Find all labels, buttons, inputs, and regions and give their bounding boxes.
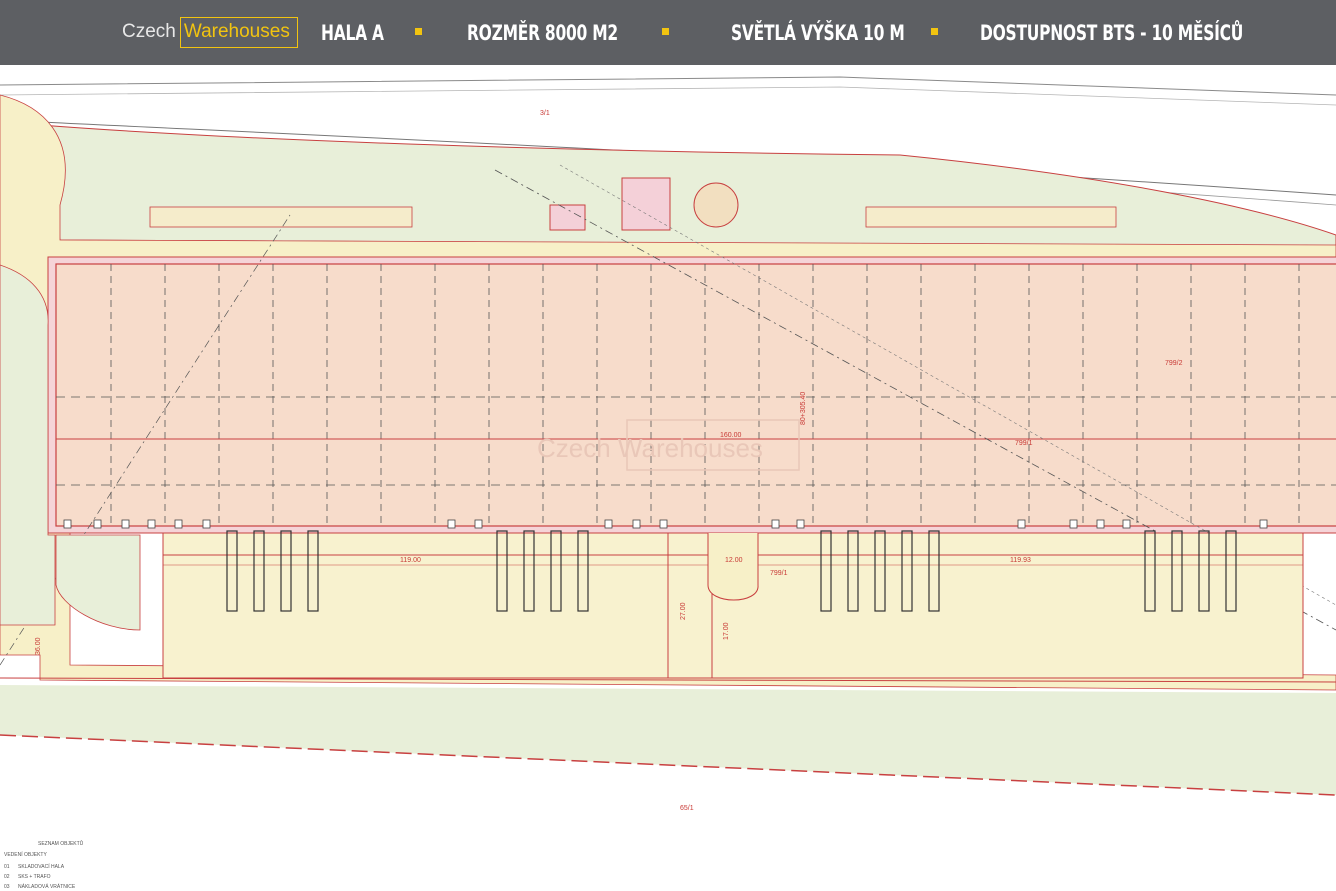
parcel-label: 3/1 (540, 110, 550, 117)
site-plan-image: 3/1 799/2 799/1 799/1 80+305.40 160.00 1… (0, 65, 1336, 891)
separator-bullet-icon (931, 28, 938, 35)
logo-text-czech: Czech (122, 21, 176, 42)
parcel-label: 799/1 (770, 570, 788, 577)
legend-title: SEZNAM OBJEKTŮ (38, 840, 84, 847)
parcel-label: 799/1 (1015, 440, 1033, 447)
legend-code: 01 (4, 864, 10, 870)
top-header-bar: Czech Warehouses HALA A ROZMĚR 8000 M2 S… (0, 0, 1336, 65)
spec-hall-name: HALA A (321, 21, 384, 45)
legend-name: NÁKLADOVÁ VRÁTNICE (18, 883, 76, 890)
czech-warehouses-logo[interactable]: Czech Warehouses (122, 16, 298, 48)
dimension-label: 80+305.40 (800, 392, 807, 425)
dimension-label: 17.00 (723, 622, 730, 640)
dimension-label: 119.00 (400, 557, 421, 564)
dimension-label: 27.00 (680, 602, 687, 620)
parcel-label: 799/2 (1165, 360, 1183, 367)
legend-name: SKLADOVACÍ HALA (18, 863, 65, 870)
legend-code: 02 (4, 874, 10, 880)
spec-clear-height: SVĚTLÁ VÝŠKA 10 M (731, 21, 905, 45)
watermark-text: Czech Warehouses (537, 433, 763, 463)
separator-bullet-icon (415, 28, 422, 35)
dimension-label: 12.00 (725, 557, 743, 564)
dimension-label: 36.00 (35, 637, 42, 655)
spec-size: ROZMĚR 8000 M2 (467, 21, 618, 45)
separator-bullet-icon (662, 28, 669, 35)
legend-code: 03 (4, 884, 10, 890)
legend-subtitle: VEDENÍ OBJEKTY (4, 851, 47, 858)
parcel-label: 65/1 (680, 805, 694, 812)
site-plan-drawing: 3/1 799/2 799/1 799/1 80+305.40 160.00 1… (0, 65, 1336, 891)
spec-availability: DOSTUPNOST BTS - 10 MĚSÍCŮ (980, 21, 1244, 45)
logo-text-warehouses: Warehouses (179, 16, 298, 48)
legend-name: SKS + TRAFO (18, 874, 51, 880)
dimension-label: 119.93 (1010, 557, 1031, 564)
